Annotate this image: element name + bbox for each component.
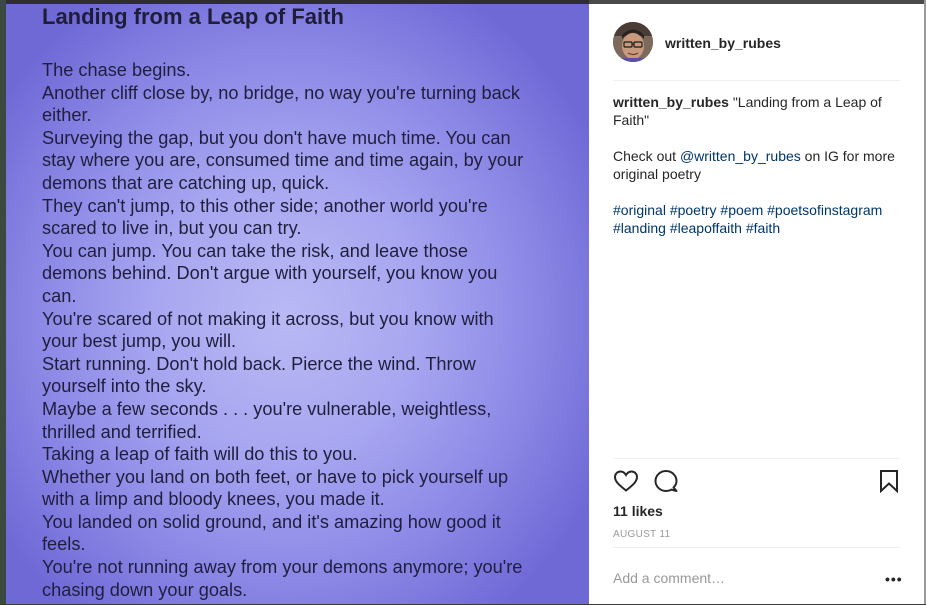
poem-line: feels.	[42, 534, 86, 555]
actions-divider	[613, 458, 900, 460]
poem-line: scared to live in, but you can try.	[42, 218, 302, 239]
post-side-panel: written_by_rubes written_by_rubes "Landi…	[589, 4, 924, 604]
hashtag-link[interactable]: #original	[613, 202, 666, 218]
more-options-button[interactable]: •••	[885, 572, 903, 586]
poem-line: chasing down your goals.	[42, 579, 248, 600]
poem-line: You can jump. You can take the risk, and…	[42, 240, 469, 261]
poem-line: Whether you land on both feet, or have t…	[42, 466, 509, 487]
hashtag-link[interactable]: #landing	[613, 220, 666, 236]
caption-hashtags: #original #poetry #poem #poetsofinstagra…	[613, 201, 900, 237]
poem-line: demons that are catching up, quick.	[42, 172, 330, 193]
post-date[interactable]: AUGUST 11	[613, 529, 670, 540]
poem-line: Maybe a few seconds . . . you're vulnera…	[42, 398, 492, 419]
poem-line: demons behind. Don't argue with yourself…	[42, 263, 498, 284]
post-header: written_by_rubes	[613, 22, 900, 81]
poem-line: can.	[42, 285, 77, 306]
poem-line: Another cliff close by, no bridge, no wa…	[42, 82, 520, 103]
poem-line: stay where you are, consumed time and ti…	[42, 150, 524, 171]
hashtag-link[interactable]: #poetsofinstagram	[767, 202, 882, 218]
poem-line: yourself into the sky.	[42, 376, 207, 397]
poem-line: You landed on solid ground, and it's ama…	[42, 511, 501, 532]
hashtag-link[interactable]: #faith	[746, 220, 780, 236]
caption-check-prefix: Check out	[613, 148, 680, 164]
poem-line: either.	[42, 105, 92, 126]
poem-line: They can't jump, to this other side; ano…	[42, 195, 488, 216]
hashtag-link[interactable]: #leapoffaith	[670, 220, 742, 236]
poem-line: You're scared of not making it across, b…	[42, 308, 494, 329]
comment-bar: Add a comment… •••	[613, 547, 903, 605]
caption-username[interactable]: written_by_rubes	[613, 94, 729, 110]
post-username[interactable]: written_by_rubes	[665, 35, 781, 51]
poem-body: The chase begins. Another cliff close by,…	[42, 59, 562, 601]
caption-mention-link[interactable]: @written_by_rubes	[680, 148, 801, 164]
poem-line: Start running. Don't hold back. Pierce t…	[42, 353, 476, 374]
bookmark-icon[interactable]	[878, 469, 900, 498]
poem-line: thrilled and terrified.	[42, 421, 202, 442]
likes-count[interactable]: 11 likes	[613, 503, 663, 519]
post-image: Landing from a Leap of Faith The chase b…	[6, 4, 589, 604]
poem-title: Landing from a Leap of Faith	[42, 4, 344, 29]
avatar[interactable]	[613, 22, 653, 62]
hashtag-link[interactable]: #poem	[720, 202, 763, 218]
poem-line: The chase begins.	[42, 60, 191, 80]
comment-input[interactable]: Add a comment…	[613, 570, 725, 586]
post-caption: written_by_rubes "Landing from a Leap of…	[613, 93, 900, 255]
poem-line: Taking a leap of faith will do this to y…	[42, 444, 358, 465]
poem-line: with a limp and bloody knees, you made i…	[42, 489, 385, 510]
hashtag-link[interactable]: #poetry	[670, 202, 717, 218]
poem-line: You're not running away from your demons…	[42, 557, 523, 578]
poem-line: your best jump, you will.	[42, 331, 237, 352]
poem-line: Surveying the gap, but you don't have mu…	[42, 127, 511, 148]
comment-icon[interactable]	[653, 469, 679, 498]
heart-icon[interactable]	[613, 469, 639, 498]
